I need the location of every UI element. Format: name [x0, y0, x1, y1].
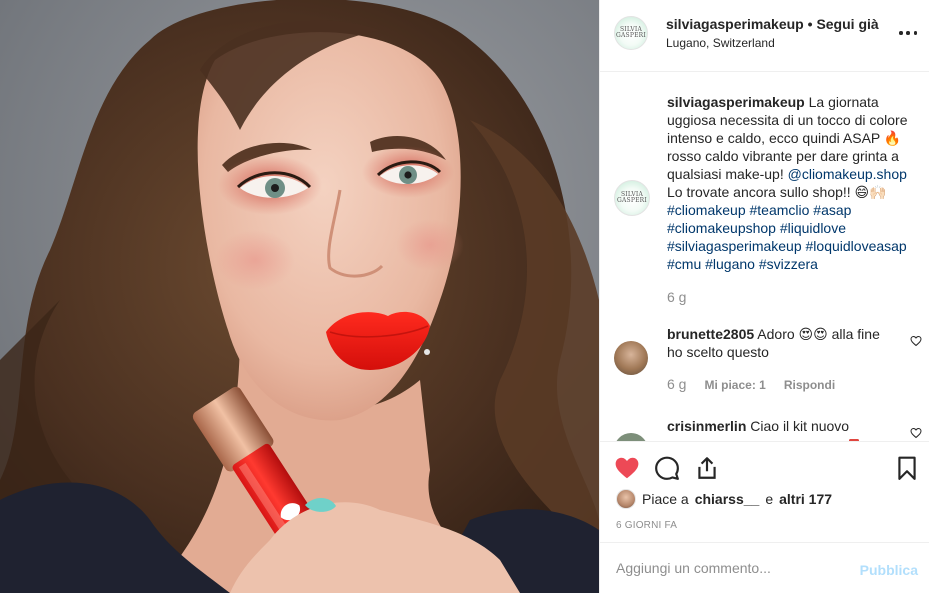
- liker-avatar[interactable]: [616, 489, 636, 509]
- post-photo-illustration: [0, 0, 599, 593]
- follow-status-button[interactable]: Segui già: [816, 16, 878, 32]
- add-comment-bar: Pubblica: [600, 542, 929, 593]
- comment-item: crisinmerlin Ciao il kit nuovo: [667, 417, 887, 435]
- profile-avatar[interactable]: SILVIA GASPERI: [614, 16, 648, 50]
- caption-timestamp[interactable]: 6 g: [667, 289, 686, 305]
- avatar-logo-text: GASPERI: [616, 32, 646, 39]
- header-username[interactable]: silviagasperimakeup: [666, 16, 804, 32]
- liker-username[interactable]: chiarss__: [695, 491, 760, 507]
- location-link[interactable]: Lugano, Switzerland: [666, 36, 775, 50]
- instagram-post-view: SILVIA GASPERI silviagasperimakeup • Seg…: [0, 0, 929, 593]
- likes-prefix: Piace a: [642, 491, 689, 507]
- likes-summary: Piace a chiarss__ e altri 177: [616, 489, 832, 509]
- caption-hashtags[interactable]: #cliomakeup #teamclio #asap #cliomakeups…: [667, 202, 907, 272]
- more-options-icon[interactable]: [899, 24, 917, 42]
- bookmark-icon[interactable]: [894, 455, 920, 481]
- comment-timestamp[interactable]: 6 g: [667, 376, 686, 392]
- caption-username[interactable]: silviagasperimakeup: [667, 94, 805, 110]
- header-username-row: silviagasperimakeup • Segui già: [666, 16, 879, 32]
- comment-username[interactable]: brunette2805: [667, 326, 754, 342]
- post-actions: Piace a chiarss__ e altri 177 6 giorni f…: [600, 441, 929, 542]
- heart-icon[interactable]: [614, 455, 640, 481]
- post-details-panel: SILVIA GASPERI silviagasperimakeup • Seg…: [599, 0, 929, 593]
- post-photo[interactable]: [0, 0, 599, 593]
- likes-connector: e: [765, 491, 774, 507]
- commenter-avatar[interactable]: [614, 341, 648, 375]
- header-separator: •: [803, 16, 817, 32]
- post-header: SILVIA GASPERI silviagasperimakeup • Seg…: [600, 0, 929, 72]
- commenter-avatar[interactable]: [614, 433, 648, 441]
- avatar-logo-text: GASPERI: [617, 197, 647, 204]
- comment-like-heart-icon[interactable]: [910, 335, 922, 347]
- share-icon[interactable]: [694, 455, 720, 481]
- post-timestamp[interactable]: 6 giorni fa: [616, 520, 677, 531]
- comment-input[interactable]: [616, 560, 846, 576]
- likes-count-button[interactable]: altri 177: [779, 491, 832, 507]
- reply-button[interactable]: Rispondi: [784, 378, 835, 392]
- comment-meta: 6 g Mi piace: 1 Rispondi: [667, 376, 835, 392]
- publish-button[interactable]: Pubblica: [860, 562, 918, 578]
- comment-text: Ciao il kit nuovo: [750, 418, 850, 434]
- comment-icon[interactable]: [654, 455, 680, 481]
- comment-like-heart-icon[interactable]: [910, 427, 922, 439]
- caption-text: Lo trovate ancora sullo shop!! 😄🙌🏻: [667, 184, 887, 200]
- caption-avatar[interactable]: SILVIA GASPERI: [614, 180, 650, 216]
- comment-username[interactable]: crisinmerlin: [667, 418, 746, 434]
- comment-item: brunette2805 Adoro 😍😍 alla fine ho scelt…: [667, 325, 887, 361]
- comment-likes-count[interactable]: Mi piace: 1: [704, 378, 765, 392]
- caption-mention-link[interactable]: @cliomakeup.shop: [788, 166, 907, 182]
- comments-list[interactable]: SILVIA GASPERI silviagasperimakeup La gi…: [600, 73, 929, 441]
- post-caption: silviagasperimakeup La giornata uggiosa …: [667, 93, 923, 273]
